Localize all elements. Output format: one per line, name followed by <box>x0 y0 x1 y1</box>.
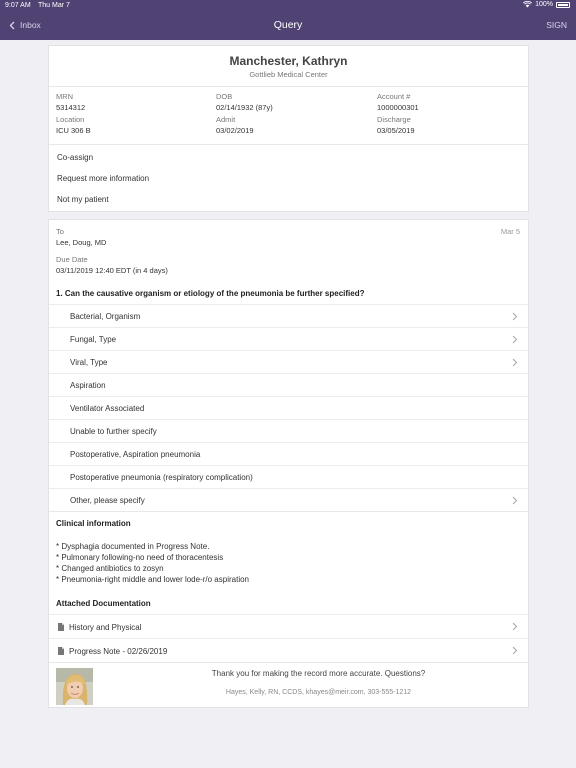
status-date: Thu Mar 7 <box>38 2 70 9</box>
location-label: Location <box>56 115 85 124</box>
co-assign-button[interactable]: Co-assign <box>57 153 93 162</box>
clinical-line: * Dysphagia documented in Progress Note. <box>56 542 210 551</box>
divider <box>49 144 528 145</box>
document-label: Progress Note - 02/26/2019 <box>69 647 168 656</box>
back-label: Inbox <box>20 20 41 30</box>
admit-value: 03/02/2019 <box>216 126 254 135</box>
clinical-line: * Pneumonia-right middle and lower lode-… <box>56 575 249 584</box>
to-label: To <box>56 227 64 236</box>
option-label: Unable to further specify <box>70 427 157 436</box>
avatar <box>56 668 93 705</box>
battery-percent: 100% <box>535 1 553 8</box>
nav-bar: Inbox Query SIGN <box>0 12 576 40</box>
to-value: Lee, Doug, MD <box>56 238 107 247</box>
option-label: Fungal, Type <box>70 335 117 344</box>
option-aspiration[interactable]: Aspiration <box>49 373 528 396</box>
divider <box>49 511 528 512</box>
wifi-icon <box>523 1 533 8</box>
option-label: Other, please specify <box>70 496 145 505</box>
option-label: Viral, Type <box>70 358 108 367</box>
option-ventilator[interactable]: Ventilator Associated <box>49 396 528 419</box>
sign-button[interactable]: SIGN <box>546 20 567 30</box>
option-label: Aspiration <box>70 381 106 390</box>
divider <box>49 662 528 663</box>
status-time: 9:07 AM <box>5 2 31 9</box>
battery-icon <box>556 1 570 8</box>
option-bacterial[interactable]: Bacterial, Organism <box>49 304 528 327</box>
query-date: Mar 5 <box>500 227 520 236</box>
mrn-label: MRN <box>56 92 74 101</box>
chevron-left-icon <box>9 21 15 29</box>
option-label: Ventilator Associated <box>70 404 145 413</box>
clinical-info-title: Clinical information <box>56 519 131 528</box>
request-info-button[interactable]: Request more information <box>57 174 149 183</box>
account-value: 1000000301 <box>377 103 419 112</box>
option-other[interactable]: Other, please specify <box>49 488 528 511</box>
patient-name: Manchester, Kathryn <box>229 54 348 68</box>
dob-label: DOB <box>216 92 233 101</box>
not-my-patient-button[interactable]: Not my patient <box>57 195 109 204</box>
option-fungal[interactable]: Fungal, Type <box>49 327 528 350</box>
option-label: Postoperative pneumonia (respiratory com… <box>70 473 253 482</box>
clinical-line: * Pulmonary following-no need of thorace… <box>56 553 224 562</box>
document-history-physical[interactable]: History and Physical <box>49 614 528 638</box>
account-label: Account # <box>377 92 411 101</box>
patient-card: Manchester, Kathryn Gottlieb Medical Cen… <box>48 45 529 212</box>
admit-label: Admit <box>216 115 236 124</box>
option-unable[interactable]: Unable to further specify <box>49 419 528 442</box>
query-card: To Lee, Doug, MD Mar 5 Due Date 03/11/20… <box>48 219 529 708</box>
option-postop-pneumonia[interactable]: Postoperative pneumonia (respiratory com… <box>49 465 528 488</box>
discharge-label: Discharge <box>377 115 411 124</box>
discharge-value: 03/05/2019 <box>377 126 415 135</box>
due-date-label: Due Date <box>56 255 88 264</box>
option-viral[interactable]: Viral, Type <box>49 350 528 373</box>
option-label: Bacterial, Organism <box>70 312 141 321</box>
contact-info: Hayes, Kelly, RN, CCDS, khayes@meir.com,… <box>225 689 412 696</box>
chevron-right-icon <box>512 335 518 344</box>
facility-name: Gottlieb Medical Center <box>249 70 328 79</box>
divider <box>49 86 528 87</box>
chevron-right-icon <box>512 312 518 321</box>
chevron-right-icon <box>512 358 518 367</box>
status-bar: 9:07 AM Thu Mar 7 100% <box>0 0 576 12</box>
thanks-message: Thank you for making the record more acc… <box>211 669 426 678</box>
mrn-value: 5314312 <box>56 103 86 112</box>
chevron-right-icon <box>512 646 518 655</box>
document-label: History and Physical <box>69 623 142 632</box>
dob-value: 02/14/1932 (87y) <box>216 103 273 112</box>
option-label: Postoperative, Aspiration pneumonia <box>70 450 201 459</box>
status-right: 100% <box>523 1 570 8</box>
due-date-value: 03/11/2019 12:40 EDT (in 4 days) <box>56 266 168 275</box>
option-postop-aspiration[interactable]: Postoperative, Aspiration pneumonia <box>49 442 528 465</box>
query-question: 1. Can the causative organism or etiolog… <box>56 289 365 298</box>
location-value: ICU 306 B <box>56 126 91 135</box>
document-icon <box>58 647 64 655</box>
back-button[interactable]: Inbox <box>9 20 41 30</box>
page-title: Query <box>273 19 303 31</box>
document-icon <box>58 623 64 631</box>
chevron-right-icon <box>512 496 518 505</box>
clinical-line: * Changed antibiotics to zosyn <box>56 564 164 573</box>
attached-docs-title: Attached Documentation <box>56 599 151 608</box>
document-progress-note[interactable]: Progress Note - 02/26/2019 <box>49 638 528 662</box>
chevron-right-icon <box>512 622 518 631</box>
